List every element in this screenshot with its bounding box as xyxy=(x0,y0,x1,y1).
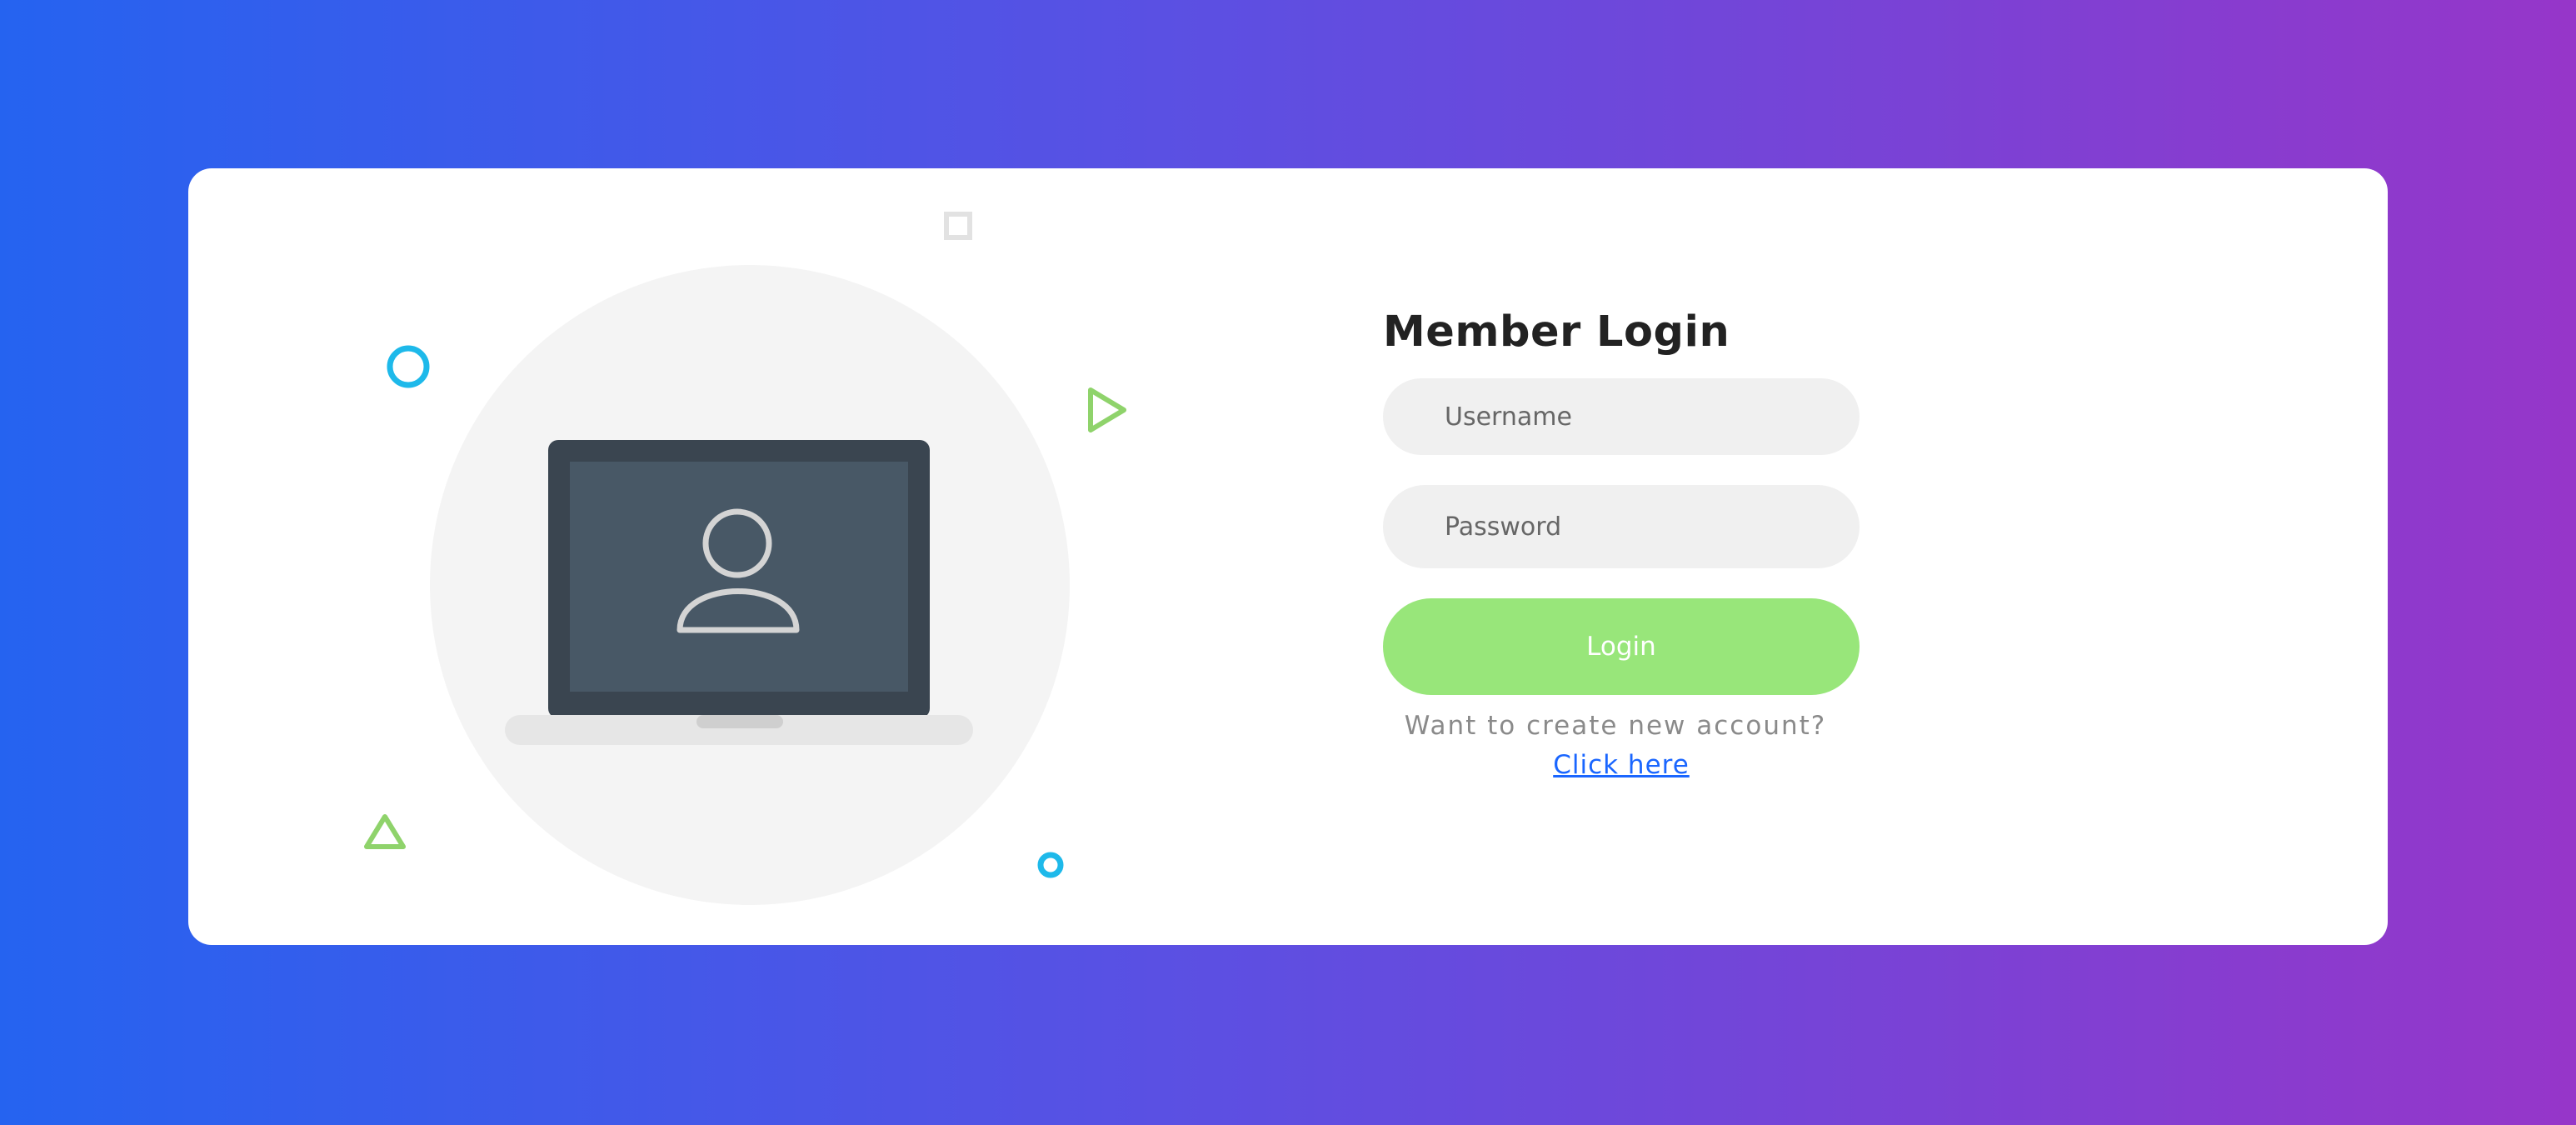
login-form: Member Login Login Want to create new ac… xyxy=(1383,300,1860,780)
login-illustration xyxy=(188,168,1355,945)
illustration-canvas xyxy=(364,212,1126,905)
triangle-right-outline-icon xyxy=(1088,388,1126,432)
login-card: Member Login Login Want to create new ac… xyxy=(188,168,2388,945)
password-input[interactable] xyxy=(1383,485,1860,568)
circle-outline-icon xyxy=(387,345,430,388)
signup-link[interactable]: Click here xyxy=(1553,747,1690,783)
small-circle-outline-icon xyxy=(1037,852,1064,878)
login-button[interactable]: Login xyxy=(1383,598,1860,695)
laptop-user-icon xyxy=(505,440,973,745)
login-title: Member Login xyxy=(1383,308,1730,357)
signup-section: Want to create new account? Click here xyxy=(1383,705,1860,783)
username-input[interactable] xyxy=(1383,378,1860,455)
triangle-outline-icon xyxy=(364,814,406,849)
signup-prompt: Want to create new account? xyxy=(1404,711,1827,741)
square-outline-icon xyxy=(944,212,972,240)
